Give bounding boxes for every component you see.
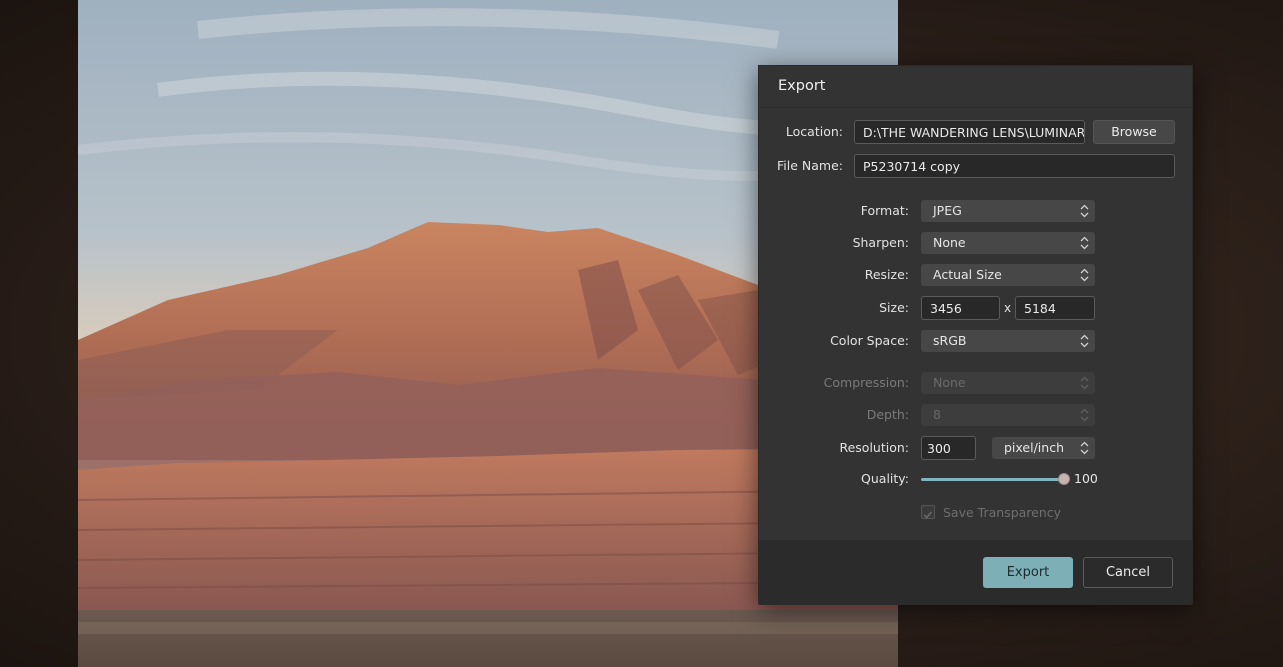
- chevron-updown-icon: [1080, 376, 1089, 390]
- resize-label: Resize:: [864, 267, 909, 282]
- resize-select[interactable]: Actual Size: [921, 264, 1095, 286]
- resolution-unit-select[interactable]: pixel/inch: [992, 437, 1095, 459]
- compression-label: Compression:: [823, 375, 909, 390]
- resolution-label: Resolution:: [839, 440, 909, 455]
- chevron-updown-icon: [1080, 441, 1089, 455]
- size-height-input[interactable]: 5184: [1015, 296, 1095, 320]
- save-transparency-label: Save Transparency: [943, 505, 1062, 520]
- sharpen-value: None: [933, 235, 966, 250]
- cancel-button[interactable]: Cancel: [1083, 557, 1173, 588]
- quality-slider-thumb[interactable]: [1058, 473, 1070, 485]
- save-transparency-checkbox: [921, 505, 935, 519]
- chevron-updown-icon: [1080, 204, 1089, 218]
- chevron-updown-icon: [1080, 236, 1089, 250]
- chevron-updown-icon: [1080, 334, 1089, 348]
- dialog-title: Export: [759, 66, 1192, 108]
- chevron-updown-icon: [1080, 268, 1089, 282]
- format-select[interactable]: JPEG: [921, 200, 1095, 222]
- location-label: Location:: [785, 124, 843, 139]
- resolution-unit-value: pixel/inch: [1004, 440, 1064, 455]
- color-space-label: Color Space:: [830, 333, 909, 348]
- depth-label: Depth:: [866, 407, 909, 422]
- size-width-input[interactable]: 3456: [921, 296, 1000, 320]
- color-space-value: sRGB: [933, 333, 967, 348]
- size-label: Size:: [879, 300, 909, 315]
- quality-label: Quality:: [861, 471, 909, 486]
- color-space-select[interactable]: sRGB: [921, 330, 1095, 352]
- quality-value: 100: [1074, 471, 1098, 486]
- sharpen-select[interactable]: None: [921, 232, 1095, 254]
- location-input[interactable]: D:\THE WANDERING LENS\LUMINAR: [854, 120, 1085, 144]
- chevron-updown-icon: [1080, 408, 1089, 422]
- compression-select: None: [921, 372, 1095, 394]
- export-dialog: Export Location: D:\THE WANDERING LENS\L…: [758, 65, 1193, 605]
- checkmark-icon: [923, 511, 932, 519]
- format-label: Format:: [860, 203, 909, 218]
- file-name-label: File Name:: [777, 158, 843, 173]
- depth-select: 8: [921, 404, 1095, 426]
- size-separator: x: [1004, 301, 1012, 315]
- file-name-input[interactable]: P5230714 copy: [854, 154, 1175, 178]
- resize-value: Actual Size: [933, 267, 1002, 282]
- quality-slider-track[interactable]: [921, 478, 1065, 481]
- format-value: JPEG: [933, 203, 962, 218]
- depth-value: 8: [933, 407, 941, 422]
- dialog-footer: Export Cancel: [759, 540, 1192, 605]
- sharpen-label: Sharpen:: [852, 235, 909, 250]
- export-button[interactable]: Export: [983, 557, 1073, 588]
- browse-button[interactable]: Browse: [1093, 120, 1175, 144]
- compression-value: None: [933, 375, 966, 390]
- resolution-input[interactable]: 300: [921, 436, 976, 460]
